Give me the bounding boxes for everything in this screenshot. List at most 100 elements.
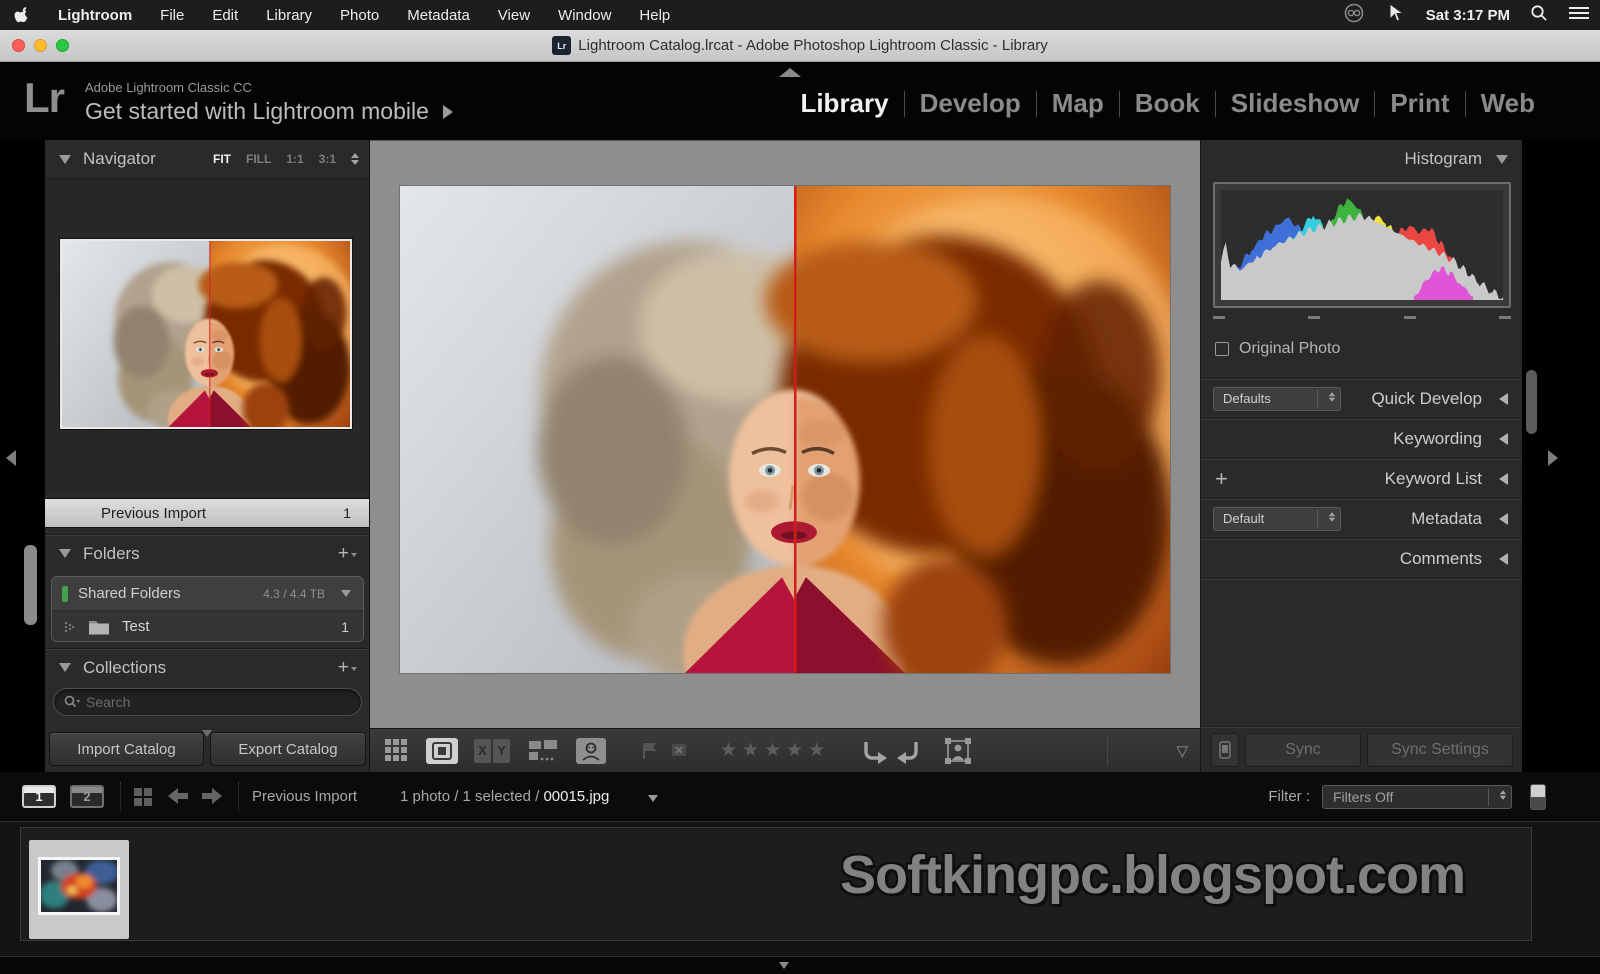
histogram-header[interactable]: Histogram [1201,140,1522,178]
second-window-button[interactable]: 2 [70,785,104,808]
comments-section[interactable]: Comments [1201,538,1522,578]
main-window-button[interactable]: 1 [22,785,56,808]
notification-center-icon[interactable] [1568,5,1590,25]
menu-file[interactable]: File [146,0,198,30]
loupe-view-button[interactable] [426,738,458,764]
spotlight-search-icon[interactable] [1530,4,1548,26]
module-map[interactable]: Map [1037,88,1119,119]
identity-play-icon[interactable] [443,105,453,119]
right-panel-collapse-arrow[interactable] [1548,450,1558,466]
keywording-section[interactable]: Keywording [1201,418,1522,458]
collapse-triangle-icon[interactable] [59,155,71,164]
sync-settings-button[interactable]: Sync Settings [1367,733,1513,767]
volume-status-led[interactable] [62,586,68,602]
go-back-button[interactable] [166,786,190,806]
left-panel-collapse-arrow[interactable] [6,450,16,466]
expand-left-icon[interactable] [1499,433,1508,445]
toolbar-options-dropdown[interactable]: ▽ [1176,742,1188,760]
navigator-preview-image[interactable] [60,239,352,429]
navigator-header[interactable]: Navigator FIT FILL 1:1 3:1 [45,140,369,178]
sync-button[interactable]: Sync [1245,733,1361,767]
rotate-left-button[interactable] [858,738,888,764]
add-collection-button[interactable]: + [338,658,357,677]
sync-device-icon-button[interactable] [1211,733,1239,767]
top-panel-collapse-arrow[interactable] [779,68,801,77]
module-library[interactable]: Library [785,88,903,119]
filmstrip-source-label[interactable]: Previous Import [252,788,357,805]
close-window-button[interactable] [12,39,25,52]
apple-menu[interactable] [0,0,44,30]
module-develop[interactable]: Develop [905,88,1036,119]
filter-lock-toggle[interactable] [1530,784,1546,810]
menu-photo[interactable]: Photo [326,0,393,30]
volume-collapse-icon[interactable] [341,590,351,597]
flag-reject-button[interactable] [670,742,688,760]
menu-lightroom[interactable]: Lightroom [44,0,146,30]
zoom-mode-fit[interactable]: FIT [213,152,231,166]
original-photo-checkbox[interactable] [1215,342,1229,356]
zoom-window-button[interactable] [56,39,69,52]
grid-view-shortcut-button[interactable] [133,787,153,807]
zoom-mode-1-1[interactable]: 1:1 [286,152,303,166]
module-print[interactable]: Print [1375,88,1464,119]
collections-header[interactable]: Collections + [45,648,369,686]
quick-develop-section[interactable]: Defaults Quick Develop [1201,378,1522,418]
zoom-mode-3-1[interactable]: 3:1 [319,152,336,166]
module-book[interactable]: Book [1120,88,1215,119]
minimize-window-button[interactable] [34,39,47,52]
zoom-mode-fill[interactable]: FILL [246,152,271,166]
filmstrip-thumbnail-cell[interactable] [29,840,129,939]
import-catalog-button[interactable]: Import Catalog [49,732,204,766]
flag-pick-button[interactable] [640,741,660,761]
go-forward-button[interactable] [200,786,224,806]
expand-left-icon[interactable] [1499,513,1508,525]
expand-left-icon[interactable] [1499,473,1508,485]
histogram-plot[interactable] [1221,190,1503,300]
zoom-mode-stepper[interactable] [351,153,359,165]
metadata-preset-select[interactable]: Default [1213,507,1341,531]
crop-overlay-people-icon[interactable] [944,737,972,765]
rotate-right-button[interactable] [896,738,922,764]
search-input[interactable] [86,694,316,710]
people-view-button[interactable] [576,738,606,764]
menu-library[interactable]: Library [252,0,326,30]
selection-summary[interactable]: 1 photo / 1 selected / 00015.jpg [400,788,609,805]
quick-develop-preset-select[interactable]: Defaults [1213,387,1341,411]
menu-edit[interactable]: Edit [198,0,252,30]
collapse-triangle-icon[interactable] [59,549,71,558]
folders-header[interactable]: Folders + [45,534,369,572]
folder-row-test[interactable]: Test 1 [52,610,363,642]
menu-metadata[interactable]: Metadata [393,0,484,30]
add-keyword-button[interactable]: + [1215,468,1228,490]
expand-left-icon[interactable] [1499,393,1508,405]
left-panel-scrollbar-thumb[interactable] [24,545,37,625]
menu-window[interactable]: Window [544,0,625,30]
collections-search[interactable] [53,688,362,716]
compare-view-button[interactable]: X Y [474,739,510,763]
volume-row-shared-folders[interactable]: Shared Folders 4.3 / 4.4 TB [52,577,363,610]
module-web[interactable]: Web [1466,88,1550,119]
main-photo-before-after[interactable] [400,186,1170,673]
menubar-clock[interactable]: Sat 3:17 PM [1426,7,1510,24]
catalog-row-previous-import[interactable]: Previous Import 1 [45,498,369,528]
expand-left-icon[interactable] [1499,553,1508,565]
filmstrip-thumbnail-image[interactable] [38,857,120,915]
original-photo-row[interactable]: Original Photo [1215,340,1340,358]
right-panel-scrollbar-thumb[interactable] [1526,370,1537,434]
collapse-triangle-icon[interactable] [59,663,71,672]
module-slideshow[interactable]: Slideshow [1216,88,1375,119]
filter-preset-select[interactable]: Filters Off [1322,785,1512,809]
metadata-section[interactable]: Default Metadata [1201,498,1522,538]
add-folder-button[interactable]: + [338,544,357,563]
export-catalog-button[interactable]: Export Catalog [210,732,366,766]
menu-view[interactable]: View [484,0,544,30]
source-dropdown-caret[interactable] [648,795,658,802]
collapse-triangle-icon[interactable] [1496,155,1508,164]
menu-help[interactable]: Help [625,0,684,30]
identity-plate-text[interactable]: Get started with Lightroom mobile [85,98,429,125]
star-rating-control[interactable]: ★★★★★ [720,739,830,762]
grid-view-button[interactable] [384,738,410,764]
creative-cloud-icon[interactable] [1342,3,1366,27]
keyword-list-section[interactable]: + Keyword List [1201,458,1522,498]
filmstrip-track[interactable]: Softkingpc.blogspot.com [20,827,1532,941]
